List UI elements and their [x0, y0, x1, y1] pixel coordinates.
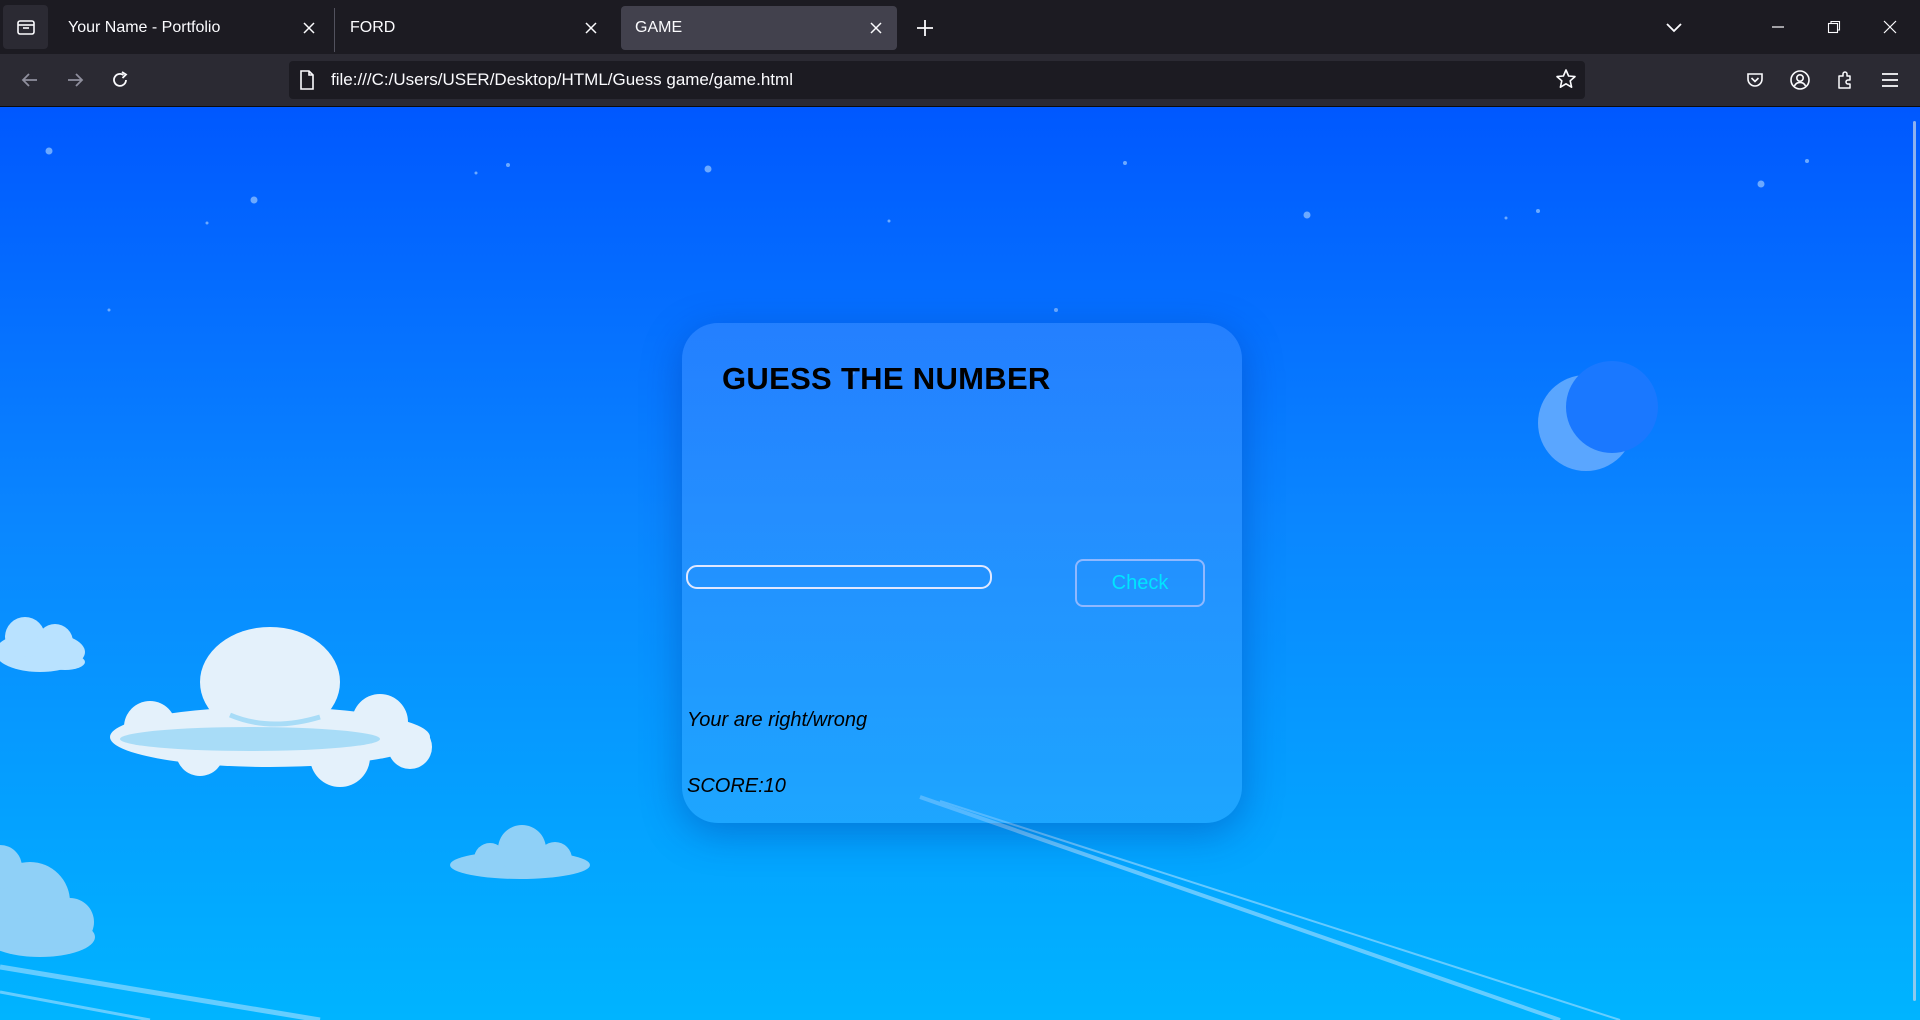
- forward-button[interactable]: [59, 64, 91, 96]
- list-all-tabs-button[interactable]: [1654, 8, 1694, 46]
- tab-portfolio[interactable]: Your Name - Portfolio: [54, 6, 330, 50]
- check-button[interactable]: Check: [1075, 559, 1205, 607]
- page-scrollbar[interactable]: [1908, 107, 1920, 1020]
- nav-bar: file:///C:/Users/USER/Desktop/HTML/Guess…: [0, 54, 1920, 107]
- new-tab-button[interactable]: [909, 12, 941, 44]
- reload-button[interactable]: [104, 64, 136, 96]
- tab-separator: [334, 8, 335, 52]
- window-close-icon: [1883, 20, 1897, 34]
- cloud-icon: [0, 845, 95, 957]
- account-button[interactable]: [1784, 64, 1816, 96]
- moon-icon: [1538, 361, 1658, 471]
- account-icon: [1790, 70, 1810, 90]
- app-menu-button[interactable]: [1874, 64, 1906, 96]
- extensions-icon: [1838, 71, 1851, 89]
- close-icon[interactable]: [861, 13, 891, 43]
- result-message: Your are right/wrong: [687, 709, 868, 731]
- cloud-icon: [0, 617, 85, 672]
- page-icon: [300, 70, 314, 90]
- score-label: SCORE:10: [687, 775, 786, 797]
- tab-list-button[interactable]: [3, 5, 48, 49]
- cloud-icon: [450, 825, 590, 879]
- cloud-icon: [110, 627, 432, 787]
- guess-input[interactable]: [686, 565, 992, 589]
- extensions-button[interactable]: [1829, 64, 1861, 96]
- back-button[interactable]: [14, 64, 46, 96]
- tab-bar: Your Name - Portfolio FORD GAME: [0, 0, 1920, 54]
- back-arrow-icon: [21, 73, 37, 87]
- address-bar[interactable]: file:///C:/Users/USER/Desktop/HTML/Guess…: [289, 61, 1585, 99]
- tab-label: FORD: [350, 19, 396, 36]
- restore-icon: [1827, 20, 1841, 34]
- page-viewport: GUESS THE NUMBER Check Your are right/wr…: [0, 107, 1920, 1020]
- restore-button[interactable]: [1814, 8, 1854, 46]
- close-icon[interactable]: [294, 13, 324, 43]
- reload-icon: [113, 71, 128, 87]
- tab-label: GAME: [635, 19, 683, 36]
- menu-icon: [1882, 73, 1898, 87]
- pocket-button[interactable]: [1739, 64, 1771, 96]
- contrail: [0, 795, 1621, 1020]
- tab-label: Your Name - Portfolio: [68, 19, 221, 36]
- tab-ford[interactable]: FORD: [336, 6, 612, 50]
- minimize-icon: [1772, 26, 1784, 28]
- minimize-button[interactable]: [1758, 8, 1798, 46]
- close-window-button[interactable]: [1870, 8, 1910, 46]
- bookmark-star-icon[interactable]: [1555, 68, 1577, 90]
- game-title: GUESS THE NUMBER: [722, 361, 1051, 396]
- url-text[interactable]: file:///C:/Users/USER/Desktop/HTML/Guess…: [331, 70, 793, 90]
- pocket-icon: [1747, 73, 1763, 87]
- close-icon[interactable]: [576, 13, 606, 43]
- game-card: GUESS THE NUMBER Check Your are right/wr…: [682, 323, 1242, 823]
- chevron-down-icon: [1666, 23, 1682, 33]
- scrollbar-thumb[interactable]: [1913, 121, 1916, 1001]
- forward-arrow-icon: [68, 73, 84, 87]
- tab-game[interactable]: GAME: [621, 6, 897, 50]
- tab-list-icon: [16, 20, 35, 35]
- plus-icon: [917, 20, 933, 36]
